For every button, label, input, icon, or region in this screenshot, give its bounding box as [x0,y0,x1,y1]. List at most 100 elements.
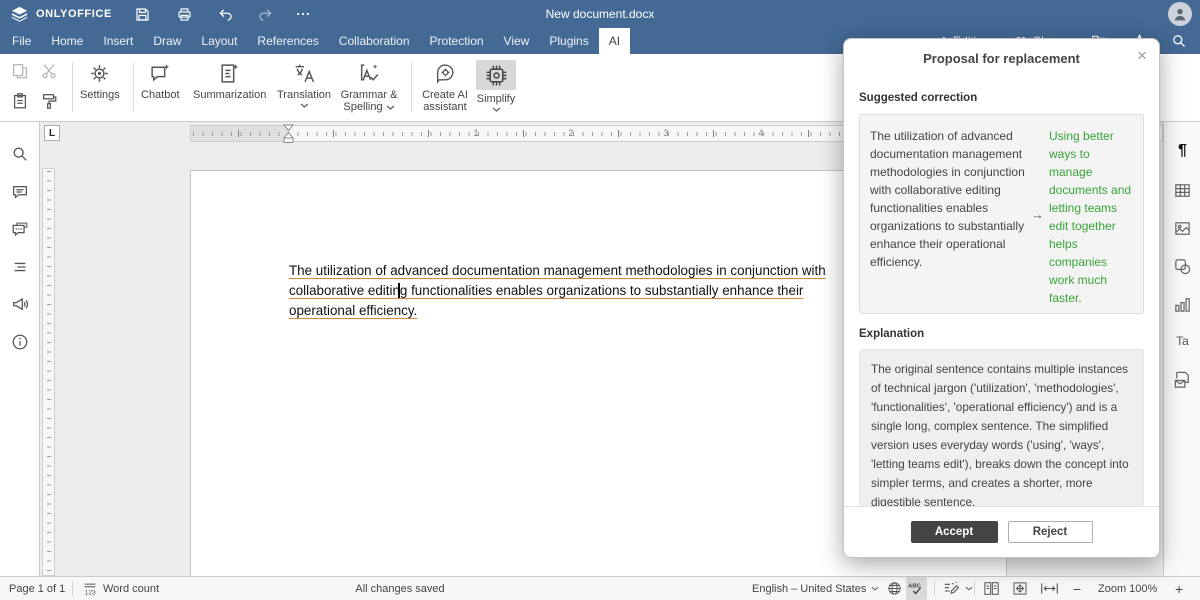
word-count-button[interactable]: 123 Word count [82,577,159,600]
create-ai-assistant-icon [434,62,457,85]
indent-marker[interactable] [283,124,294,145]
document-text[interactable]: The utilization of advanced documentatio… [289,261,826,321]
track-changes-button[interactable] [943,577,973,600]
ai-settings-button[interactable]: Settings [80,60,120,101]
explanation-text: The original sentence contains multiple … [871,362,1129,507]
tab-stop-selector[interactable]: L [44,125,60,141]
chart-settings-button[interactable] [1173,295,1192,314]
more-icon [295,6,311,22]
statusbar-divider [72,581,73,596]
tab-file[interactable]: File [2,28,41,54]
about-button[interactable] [11,333,29,351]
image-icon [1173,219,1192,238]
right-sidebar: ¶ Ta [1163,122,1200,576]
onlyoffice-logo-icon [10,5,29,24]
zoom-level[interactable]: Zoom 100% [1098,577,1157,600]
zoom-out-button[interactable]: − [1073,577,1081,600]
grammar-label-line2: Spelling [343,101,382,113]
redo-icon [257,6,274,23]
translation-label: Translation [277,89,331,101]
proposal-for-replacement-dialog: Proposal for replacement × Suggested cor… [843,38,1160,558]
reject-button[interactable]: Reject [1008,521,1093,543]
dialog-title: Proposal for replacement [844,51,1159,66]
explanation-box[interactable]: The original sentence contains multiple … [859,349,1144,507]
format-painter-button[interactable] [40,92,58,110]
feedback-button[interactable] [11,295,29,313]
tab-insert[interactable]: Insert [93,28,143,54]
paste-icon [11,92,29,110]
translation-button[interactable]: Translation [277,60,331,108]
fit-page-button[interactable] [1012,577,1028,600]
search-button[interactable] [1171,28,1187,54]
mail-merge-icon [1173,370,1192,389]
mail-merge-button[interactable] [1173,370,1192,389]
table-settings-button[interactable] [1173,181,1192,200]
word-count-label: Word count [103,583,159,595]
shape-settings-button[interactable] [1173,257,1192,276]
tab-home[interactable]: Home [41,28,93,54]
language-selector[interactable]: English – United States [752,577,879,600]
gear-icon [89,63,110,84]
simplify-button[interactable]: Simplify [473,60,519,112]
document-language-button[interactable] [887,577,902,600]
save-icon [134,6,151,23]
track-changes-icon [943,581,960,596]
globe-icon [887,581,902,596]
chevron-down-icon [965,586,973,591]
tab-collaboration[interactable]: Collaboration [329,28,420,54]
accept-button[interactable]: Accept [911,521,998,543]
tab-protection[interactable]: Protection [420,28,494,54]
tab-view[interactable]: View [494,28,540,54]
spellcheck-toggle[interactable]: ABC [906,577,927,600]
user-avatar[interactable] [1168,2,1192,26]
format-painter-icon [40,92,58,110]
redo-button[interactable] [255,4,275,24]
create-ai-assistant-button[interactable]: Create AI assistant [420,60,470,113]
zoom-in-button[interactable]: + [1175,577,1183,600]
undo-icon [217,6,234,23]
image-settings-button[interactable] [1173,219,1192,238]
paste-button[interactable] [11,92,29,110]
shape-icon [1173,257,1192,276]
search-icon [11,145,29,163]
tab-draw[interactable]: Draw [143,28,191,54]
find-button[interactable] [11,145,29,163]
more-actions-button[interactable] [293,4,313,24]
ruler-number: 1 [473,128,478,138]
chevron-down-icon [492,107,501,112]
cut-button[interactable] [40,62,58,80]
paragraph-settings-button[interactable]: ¶ [1173,141,1192,160]
ruler-number: 4 [758,128,763,138]
chat-button[interactable] [11,220,29,238]
tab-ai[interactable]: AI [599,28,630,54]
tab-plugins[interactable]: Plugins [539,28,598,54]
page-indicator[interactable]: Page 1 of 1 [9,577,65,600]
comments-button[interactable] [11,183,29,201]
summarization-button[interactable]: Summarization [193,60,266,101]
dialog-close-button[interactable]: × [1137,46,1147,66]
undo-button[interactable] [215,4,235,24]
vertical-ruler[interactable] [42,168,55,576]
megaphone-icon [11,295,29,313]
two-pages-view-button[interactable] [983,577,1000,600]
document-line: operational efficiency. [289,301,826,321]
spellcheck-icon: ABC [908,581,925,596]
translation-icon [293,62,316,85]
chatbot-button[interactable]: Chatbot [141,60,180,101]
create-ai-label-line2: assistant [423,101,466,113]
headings-icon [11,258,29,276]
onlyoffice-document-editor: ONLYOFFICE New document.do [0,0,1200,600]
fit-width-button[interactable] [1040,577,1059,600]
headings-navigation-button[interactable] [11,258,29,276]
tab-layout[interactable]: Layout [191,28,247,54]
grammar-spelling-icon [358,62,381,85]
copy-button[interactable] [11,62,29,80]
print-button[interactable] [174,4,194,24]
text-art-settings-button[interactable]: Ta [1173,332,1192,351]
tab-references[interactable]: References [247,28,328,54]
cut-icon [40,62,58,80]
grammar-spelling-button[interactable]: Grammar & Spelling [340,60,398,113]
copy-icon [11,62,29,80]
summarization-icon [218,62,241,85]
save-button[interactable] [132,4,152,24]
